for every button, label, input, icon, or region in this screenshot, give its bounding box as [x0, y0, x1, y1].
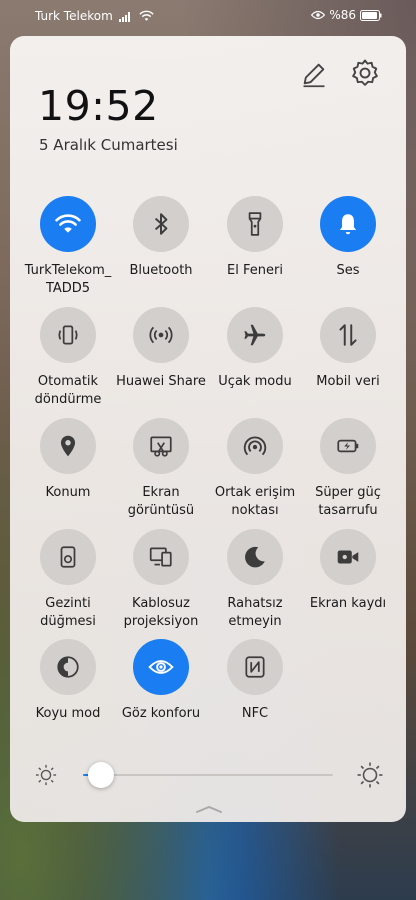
moon-toggle[interactable]	[227, 529, 283, 585]
eye-icon	[148, 660, 174, 674]
dark-mode-toggle[interactable]	[40, 639, 96, 695]
tile-label: Bluetooth	[129, 263, 193, 278]
hotspot-toggle[interactable]	[227, 418, 283, 474]
clock-time: 19:52	[38, 82, 159, 130]
tile-bell[interactable]: Ses	[300, 196, 396, 280]
tile-nfc[interactable]: NFC	[207, 639, 303, 723]
bluetooth-toggle[interactable]	[133, 196, 189, 252]
tile-moon[interactable]: Rahatsız etmeyin	[207, 529, 303, 631]
mobile-data-toggle[interactable]	[320, 307, 376, 363]
status-bar: Turk Telekom %86	[0, 0, 416, 32]
tile-label: Huawei Share	[116, 374, 206, 389]
tile-label: Kablosuz projeksiyon	[123, 596, 199, 629]
tile-label: Ekran görüntüsü	[127, 485, 195, 518]
nfc-icon	[245, 656, 265, 678]
brightness-slider[interactable]	[83, 762, 333, 788]
tile-bluetooth[interactable]: Bluetooth	[113, 196, 209, 280]
wireless-projection-toggle[interactable]	[133, 529, 189, 585]
tile-label: Ortak erişim noktası	[214, 485, 296, 518]
screenshot-icon	[150, 436, 172, 457]
tile-screenshot[interactable]: Ekran görüntüsü	[113, 418, 209, 520]
tile-dark-mode[interactable]: Koyu mod	[20, 639, 116, 723]
moon-icon	[245, 546, 265, 568]
hotspot-icon	[243, 436, 267, 456]
tile-label: Göz konforu	[121, 706, 201, 721]
navigation-button-toggle[interactable]	[40, 529, 96, 585]
tile-navigation-button[interactable]: Gezinti düğmesi	[20, 529, 116, 631]
location-toggle[interactable]	[40, 418, 96, 474]
brightness-high-icon	[357, 762, 383, 788]
tile-power-saving[interactable]: Süper güç tasarrufu	[300, 418, 396, 520]
tile-eye[interactable]: Göz konforu	[113, 639, 209, 723]
wifi-icon	[55, 214, 81, 233]
airplane-toggle[interactable]	[227, 307, 283, 363]
edit-pencil-icon[interactable]	[300, 60, 328, 88]
bell-icon	[339, 214, 357, 235]
tile-label: Konum	[45, 485, 91, 500]
tile-label: Ses	[336, 263, 360, 278]
wireless-projection-icon	[149, 547, 172, 567]
tile-label: Gezinti düğmesi	[40, 596, 96, 629]
brightness-low-icon	[35, 764, 57, 786]
tile-mobile-data[interactable]: Mobil veri	[300, 307, 396, 391]
auto-rotate-toggle[interactable]	[40, 307, 96, 363]
power-saving-toggle[interactable]	[320, 418, 376, 474]
flashlight-icon	[248, 212, 262, 236]
eye-toggle[interactable]	[133, 639, 189, 695]
clock-date: 5 Aralık Cumartesi	[39, 136, 178, 154]
tile-label: NFC	[241, 706, 269, 721]
wifi-status-icon	[139, 10, 154, 21]
tile-label: Süper güç tasarrufu	[315, 485, 381, 518]
carrier-name: Turk Telekom	[35, 9, 113, 23]
brightness-thumb[interactable]	[87, 762, 114, 788]
mobile-data-icon	[339, 324, 357, 346]
gear-icon[interactable]	[350, 58, 380, 88]
collapse-handle-icon[interactable]	[195, 804, 223, 814]
tile-label: TurkTelekom_ TADD5	[24, 263, 112, 296]
tile-huawei-share[interactable]: Huawei Share	[113, 307, 209, 391]
tile-label: Koyu mod	[35, 706, 101, 721]
tile-wifi[interactable]: TurkTelekom_ TADD5	[20, 196, 116, 298]
signal-icon	[118, 11, 130, 22]
tile-label: El Feneri	[227, 263, 283, 278]
battery-percent: %86	[329, 8, 356, 22]
eye-comfort-status-icon	[311, 10, 326, 20]
tile-hotspot[interactable]: Ortak erişim noktası	[207, 418, 303, 520]
flashlight-toggle[interactable]	[227, 196, 283, 252]
screen-record-toggle[interactable]	[320, 529, 376, 585]
navigation-button-icon	[60, 546, 76, 568]
tile-screen-record[interactable]: Ekran kaydı	[300, 529, 396, 613]
tile-location[interactable]: Konum	[20, 418, 116, 502]
auto-rotate-icon	[58, 325, 78, 345]
screen-record-icon	[337, 550, 359, 564]
tile-wireless-projection[interactable]: Kablosuz projeksiyon	[113, 529, 209, 631]
dark-mode-icon	[57, 656, 79, 678]
tile-label: Rahatsız etmeyin	[227, 596, 283, 629]
power-saving-icon	[337, 439, 359, 453]
screenshot-toggle[interactable]	[133, 418, 189, 474]
tile-label: Otomatik döndürme	[34, 374, 102, 407]
bell-toggle[interactable]	[320, 196, 376, 252]
airplane-icon	[244, 324, 266, 346]
tile-auto-rotate[interactable]: Otomatik döndürme	[20, 307, 116, 409]
quick-settings-panel: 19:52 5 Aralık Cumartesi TurkTelekom_ TAD…	[10, 36, 406, 822]
tile-flashlight[interactable]: El Feneri	[207, 196, 303, 280]
nfc-toggle[interactable]	[227, 639, 283, 695]
bluetooth-icon	[154, 213, 168, 235]
battery-icon	[360, 9, 382, 21]
tile-label: Uçak modu	[218, 374, 292, 389]
wifi-toggle[interactable]	[40, 196, 96, 252]
tile-airplane[interactable]: Uçak modu	[207, 307, 303, 391]
huawei-share-toggle[interactable]	[133, 307, 189, 363]
huawei-share-icon	[149, 326, 173, 344]
location-icon	[60, 435, 76, 457]
tile-label: Ekran kaydı	[309, 596, 387, 611]
tile-label: Mobil veri	[316, 374, 380, 389]
